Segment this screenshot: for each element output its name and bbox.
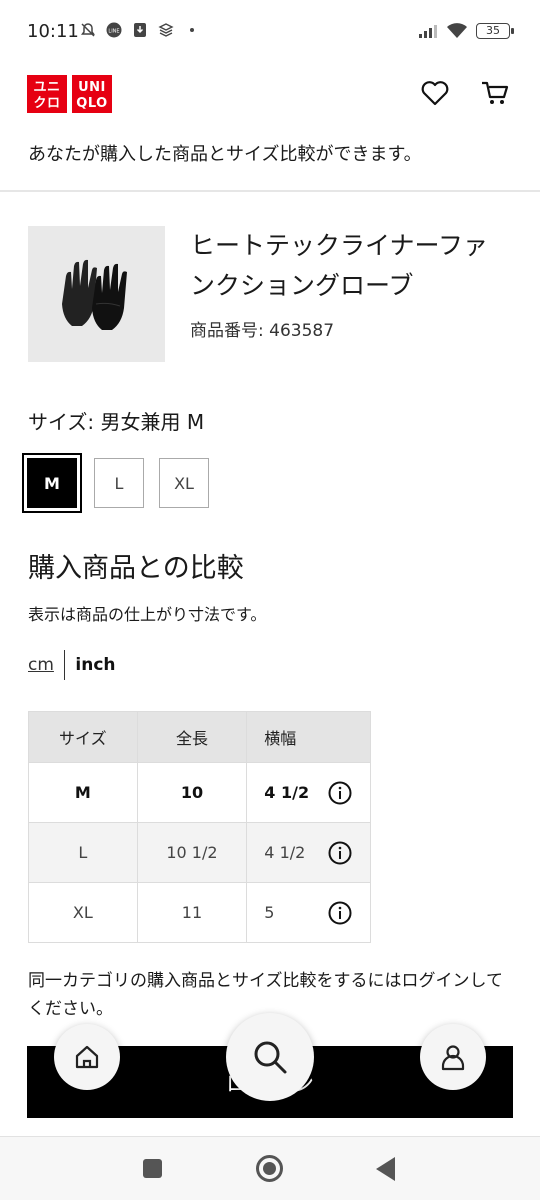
table-row: M 10 4 1/2 [28, 762, 371, 823]
cell-width: 5 [246, 882, 371, 943]
unit-toggle: cm inch [28, 650, 116, 680]
search-icon [254, 1041, 287, 1074]
section-divider [0, 190, 540, 192]
unit-cm-link[interactable]: cm [28, 655, 64, 675]
dot-icon [190, 28, 194, 32]
header-size: サイズ [28, 711, 138, 763]
svg-text:ユニ: ユニ [33, 80, 60, 95]
cart-icon[interactable] [480, 78, 510, 108]
svg-text:クロ: クロ [33, 96, 60, 111]
compare-title: 購入商品との比較 [28, 553, 244, 584]
notification-icons: LINE [80, 22, 200, 38]
table-row: XL 11 5 [28, 882, 371, 943]
cell-length: 10 1/2 [136, 822, 248, 883]
glove-image [61, 259, 127, 330]
table-row: L 10 1/2 4 1/2 [28, 822, 371, 883]
wifi-icon [447, 23, 467, 38]
cell-width-value: 4 1/2 [264, 843, 306, 862]
product-number: 商品番号: 463587 [190, 316, 334, 341]
table-header-row: サイズ 全長 横幅 [28, 711, 371, 763]
compare-note: 表示は商品の仕上がり寸法です。 [28, 605, 267, 624]
unit-inch-link[interactable]: inch [65, 655, 115, 675]
info-icon[interactable] [328, 841, 352, 865]
product-number-value: 463587 [269, 321, 335, 341]
search-fab[interactable] [226, 1013, 314, 1101]
home-icon [75, 1045, 99, 1069]
uniqlo-logo[interactable]: ユニ クロ UNI QLO [27, 75, 112, 113]
home-button[interactable] [256, 1155, 283, 1182]
home-fab[interactable] [54, 1024, 120, 1090]
user-icon [441, 1045, 465, 1071]
size-compare-table: サイズ 全長 横幅 M 10 4 1/2 L 10 1/2 4 1/2 XL 1… [28, 711, 371, 943]
cell-size: XL [28, 882, 138, 943]
size-label: サイズ: 男女兼用 M [28, 406, 204, 435]
system-nav-bar [0, 1136, 540, 1200]
line-app-icon: LINE [106, 22, 122, 38]
account-fab[interactable] [420, 1024, 486, 1090]
svg-text:QLO: QLO [76, 96, 107, 111]
product-number-label: 商品番号: [190, 321, 270, 341]
product-name: ヒートテックライナーファンクショングローブ [190, 231, 489, 300]
recents-button[interactable] [143, 1159, 162, 1178]
svg-text:LINE: LINE [108, 29, 119, 35]
battery-icon: 35 [476, 22, 514, 39]
cell-size: L [28, 822, 138, 883]
size-label-prefix: サイズ: [28, 410, 101, 434]
status-bar: 10:11 LINE 35 [0, 0, 540, 62]
header-width: 横幅 [246, 711, 371, 763]
cell-width: 4 1/2 [246, 822, 371, 883]
download-icon [134, 23, 146, 37]
layers-icon [158, 23, 174, 37]
header-actions [420, 78, 510, 108]
cell-length: 11 [136, 882, 248, 943]
size-chip-l[interactable]: L [94, 458, 144, 508]
mute-bell-icon [81, 23, 95, 37]
product-image [28, 226, 165, 362]
size-label-value: 男女兼用 M [100, 410, 205, 434]
cell-width-value: 5 [264, 903, 275, 922]
status-time: 10:11 [27, 21, 79, 42]
back-button[interactable] [376, 1157, 395, 1181]
notice-text: あなたが購入した商品とサイズ比較ができます。 [28, 144, 422, 165]
info-icon[interactable] [328, 901, 352, 925]
info-icon[interactable] [328, 781, 352, 805]
cell-width-value: 4 1/2 [264, 783, 310, 802]
cell-width: 4 1/2 [246, 762, 371, 823]
logo-latin: UNI QLO [72, 75, 112, 113]
cell-length: 10 [136, 762, 248, 823]
header-length: 全長 [136, 711, 248, 763]
size-chip-xl[interactable]: XL [159, 458, 209, 508]
cell-size: M [28, 762, 138, 823]
system-status: 35 [418, 22, 514, 39]
logo-katakana: ユニ クロ [27, 75, 67, 113]
svg-text:UNI: UNI [78, 80, 106, 95]
app-header: ユニ クロ UNI QLO [0, 62, 540, 128]
signal-icon [419, 24, 437, 38]
size-chip-m[interactable]: M [22, 453, 82, 513]
heart-icon[interactable] [420, 78, 450, 108]
